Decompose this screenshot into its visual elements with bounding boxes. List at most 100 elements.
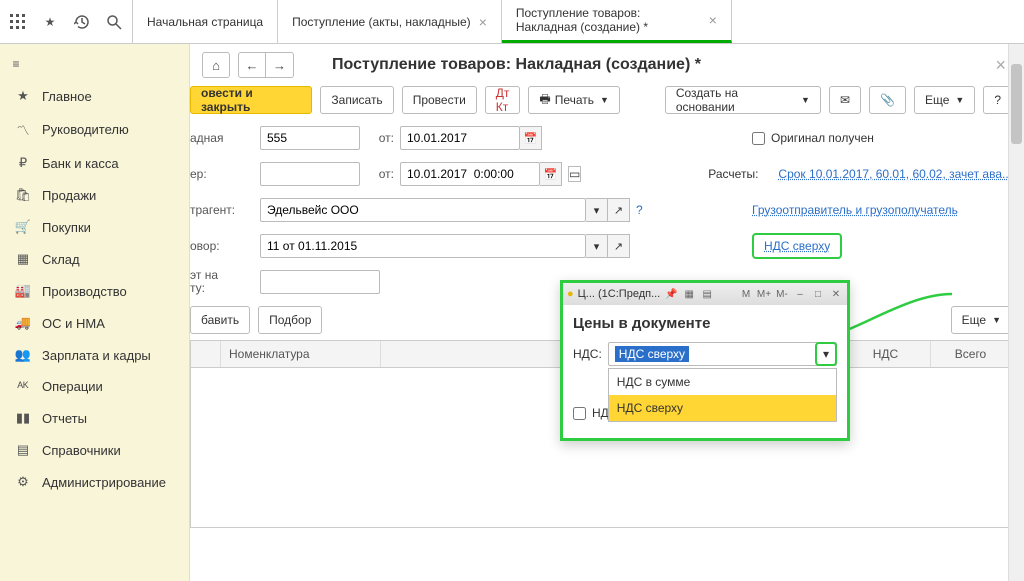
tab-home[interactable]: Начальная страница — [133, 0, 278, 43]
m-icon[interactable]: M — [739, 287, 753, 301]
podbor-button[interactable]: Подбор — [258, 306, 322, 334]
app-icon: ● — [567, 288, 574, 300]
nds-option-in-sum[interactable]: НДС в сумме — [609, 369, 836, 395]
tab-invoice-create[interactable]: Поступление товаров: Накладная (создание… — [502, 0, 732, 43]
close-icon[interactable]: × — [709, 12, 717, 28]
raschety-label: Расчеты: — [708, 167, 758, 181]
tab-receipts[interactable]: Поступление (акты, накладные) × — [278, 0, 502, 43]
th-num — [191, 341, 221, 367]
sidebar-item-main[interactable]: ★Главное — [0, 80, 189, 112]
sidebar-item-sales[interactable]: 🛍Продажи — [0, 179, 189, 211]
create-based-button[interactable]: Создать на основании▼ — [665, 86, 821, 114]
close-icon[interactable]: × — [479, 14, 487, 30]
nds-selected: НДС сверху — [615, 346, 689, 362]
menu-toggle-icon[interactable]: ≡ — [0, 48, 32, 80]
extra-icon[interactable]: ▭ — [568, 166, 581, 182]
history-icon[interactable] — [72, 12, 92, 32]
pin-icon[interactable]: 📌 — [664, 287, 678, 301]
truck-icon: 🚚 — [14, 315, 32, 331]
sidebar-item-production[interactable]: 🏭Производство — [0, 275, 189, 307]
nds-checkbox[interactable]: НД — [573, 406, 609, 420]
btn-label: Записать — [331, 93, 382, 107]
add-button[interactable]: бавить — [190, 306, 250, 334]
m-plus-icon[interactable]: M+ — [757, 287, 771, 301]
sidebar-item-references[interactable]: ▤Справочники — [0, 434, 189, 466]
nds-option-on-top[interactable]: НДС сверху — [609, 395, 836, 421]
warehouse-icon: ▦ — [14, 251, 32, 267]
original-received-checkbox[interactable]: Оригинал получен — [752, 131, 1012, 145]
tab-label: Поступление (акты, накладные) — [292, 15, 471, 29]
sidebar-item-operations[interactable]: ᴬᴷОперации — [0, 371, 189, 402]
dogovor-label: овор: — [190, 239, 260, 253]
sidebar-label: Руководителю — [42, 122, 129, 137]
sidebar-item-reports[interactable]: ▮▮Отчеты — [0, 402, 189, 434]
book-icon: ▤ — [14, 442, 32, 458]
factory-icon: 🏭 — [14, 283, 32, 299]
mail-button[interactable]: ✉ — [829, 86, 861, 114]
checkbox-label: НД — [592, 406, 609, 420]
vertical-scrollbar[interactable] — [1008, 44, 1024, 581]
sidebar-item-bank[interactable]: ₽Банк и касса — [0, 147, 189, 179]
dropdown-icon[interactable]: ▾ — [586, 234, 608, 258]
dropdown-caret-highlight[interactable]: ▾ — [815, 342, 837, 366]
sidebar-item-admin[interactable]: ⚙Администрирование — [0, 466, 189, 498]
close-icon[interactable]: ✕ — [829, 287, 843, 301]
calc-icon[interactable]: ▤ — [700, 287, 714, 301]
sidebar-item-assets[interactable]: 🚚ОС и НМА — [0, 307, 189, 339]
checkbox-input[interactable] — [573, 407, 586, 420]
ruble-icon: ₽ — [14, 155, 32, 171]
page-title: Поступление товаров: Накладная (создание… — [332, 56, 981, 74]
scrollbar-thumb[interactable] — [1011, 64, 1022, 144]
nds-dropdown: НДС в сумме НДС сверху — [608, 368, 837, 422]
sidebar-item-salary[interactable]: 👥Зарплата и кадры — [0, 339, 189, 371]
calendar-icon[interactable]: 📅 — [540, 162, 562, 186]
post-button[interactable]: Провести — [402, 86, 477, 114]
forward-button[interactable]: → — [266, 52, 294, 78]
apps-icon[interactable] — [8, 12, 28, 32]
er-input[interactable] — [260, 162, 360, 186]
nds-select[interactable]: НДС сверху — [608, 342, 837, 366]
sidebar-item-purchases[interactable]: 🛒Покупки — [0, 211, 189, 243]
post-and-close-button[interactable]: овести и закрыть — [190, 86, 312, 114]
sidebar-item-manager[interactable]: 〽Руководителю — [0, 112, 189, 147]
btn-label: Подбор — [269, 313, 311, 327]
print-button[interactable]: 🖶 Печать▼ — [528, 86, 620, 114]
sidebar-label: Покупки — [42, 220, 91, 235]
date-input[interactable] — [400, 126, 520, 150]
m-minus-icon[interactable]: M- — [775, 287, 789, 301]
open-icon[interactable]: ↗ — [608, 198, 630, 222]
help-icon[interactable]: ? — [636, 203, 643, 217]
back-button[interactable]: ← — [238, 52, 266, 78]
search-icon[interactable] — [104, 12, 124, 32]
attach-button[interactable]: 📎 — [869, 86, 906, 114]
minimize-icon[interactable]: – — [793, 287, 807, 301]
checkbox-input[interactable] — [752, 132, 765, 145]
dogovor-input[interactable] — [260, 234, 586, 258]
sidebar-item-warehouse[interactable]: ▦Склад — [0, 243, 189, 275]
top-icons: ★ — [0, 0, 133, 43]
contragent-input[interactable] — [260, 198, 586, 222]
calendar-icon[interactable]: 📅 — [520, 126, 542, 150]
dropdown-icon[interactable]: ▾ — [586, 198, 608, 222]
raschety-link[interactable]: Срок 10.01.2017, 60.01, 60.02, зачет ава… — [778, 167, 1012, 181]
nds-label: НДС: — [573, 347, 602, 361]
datetime-input[interactable] — [400, 162, 540, 186]
popup-titlebar[interactable]: ● Ц... (1С:Предп... 📌 ▦ ▤ M M+ M- – □ ✕ — [563, 283, 847, 305]
write-button[interactable]: Записать — [320, 86, 393, 114]
dt-kt-button[interactable]: ДᴛКᴛ — [485, 86, 521, 114]
schet-input[interactable] — [260, 270, 380, 294]
open-icon[interactable]: ↗ — [608, 234, 630, 258]
calendar-icon[interactable]: ▦ — [682, 287, 696, 301]
gear-icon: ⚙ — [14, 474, 32, 490]
star-icon[interactable]: ★ — [40, 12, 60, 32]
maximize-icon[interactable]: □ — [811, 287, 825, 301]
more-button[interactable]: Еще▼ — [914, 86, 975, 114]
gruz-link[interactable]: Грузоотправитель и грузополучатель — [752, 203, 958, 217]
content: ⌂ ← → Поступление товаров: Накладная (со… — [190, 44, 1024, 581]
table-more-button[interactable]: Еще▼ — [951, 306, 1012, 334]
nds-link[interactable]: НДС сверху — [764, 239, 830, 253]
number-input[interactable] — [260, 126, 360, 150]
home-button[interactable]: ⌂ — [202, 52, 230, 78]
btn-label: овести и закрыть — [201, 86, 301, 114]
btn-label: Печать — [555, 93, 594, 107]
